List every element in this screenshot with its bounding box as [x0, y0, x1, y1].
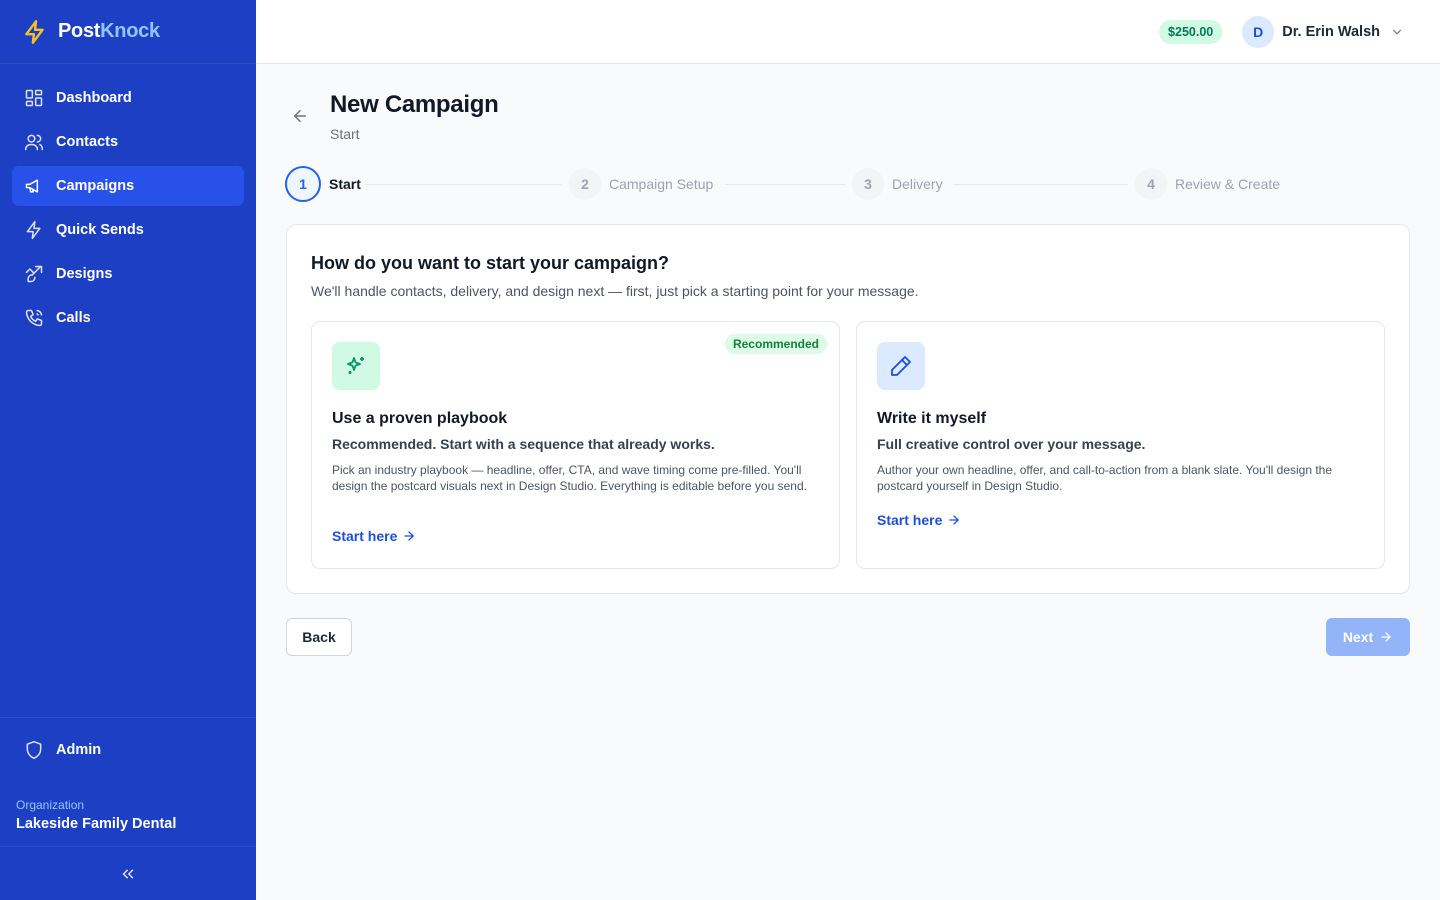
chevron-down-icon: [1392, 29, 1402, 34]
topbar: $250.00 D Dr. Erin Walsh: [256, 0, 1440, 64]
step-number: 4: [1135, 168, 1167, 200]
option-title: Use a proven playbook: [332, 410, 508, 427]
option-title: Write it myself: [877, 410, 987, 427]
next-button[interactable]: Next: [1326, 618, 1410, 656]
step-label: Review & Create: [1175, 176, 1281, 192]
stepper: 1 Start 2 Campaign Setup 3 Delivery 4 Re…: [285, 166, 1285, 202]
users-icon: [24, 134, 44, 151]
page-header: New Campaign Start: [286, 90, 499, 142]
sidebar-item-label: Designs: [56, 266, 113, 282]
sidebar-nav: Dashboard Contacts Campaigns Quick Sends…: [0, 64, 256, 338]
sidebar-item-quick-sends[interactable]: Quick Sends: [12, 210, 244, 250]
sidebar-item-label: Contacts: [56, 134, 119, 150]
sidebar-item-label: Campaigns: [56, 178, 135, 194]
brand-name: PostKnock: [58, 20, 160, 42]
option-icon-wrap: [877, 342, 925, 390]
user-menu[interactable]: D Dr. Erin Walsh: [1242, 15, 1404, 48]
brand-logo[interactable]: PostKnock: [0, 0, 256, 64]
option-subtitle: Recommended. Start with a sequence that …: [332, 436, 715, 452]
step-label: Campaign Setup: [609, 176, 714, 192]
sidebar-item-contacts[interactable]: Contacts: [12, 122, 244, 162]
organization-info: Organization Lakeside Family Dental: [0, 784, 256, 846]
option-icon-wrap: [332, 342, 380, 390]
shield-icon: [26, 740, 42, 760]
step-label: Start: [329, 176, 361, 192]
collapse-sidebar-button[interactable]: [0, 846, 256, 900]
back-button[interactable]: Back: [286, 618, 352, 656]
sidebar-item-label: Quick Sends: [56, 222, 144, 238]
sidebar-item-label: Dashboard: [56, 90, 132, 106]
option-playbook[interactable]: Recommended Use a proven playbook Recomm…: [311, 321, 840, 569]
link-label: Start here: [877, 512, 943, 528]
step-number: 3: [852, 168, 884, 200]
brush-icon: [25, 265, 43, 283]
pencil-icon: [891, 356, 911, 376]
arrow-right-icon: [1381, 632, 1391, 642]
avatar: D: [1242, 15, 1275, 48]
step-connector: [365, 184, 561, 185]
step-connector: [953, 184, 1128, 185]
option-body: Author your own headline, offer, and cal…: [877, 463, 1333, 493]
chevrons-left-icon: [122, 869, 134, 878]
recommended-badge: Recommended: [724, 334, 827, 354]
megaphone-icon: [25, 179, 39, 193]
step-number: 1: [285, 166, 321, 202]
arrow-left-icon: [294, 110, 306, 122]
main-content: New Campaign Start 1 Start 2 Campaign Se…: [256, 64, 1440, 900]
option-write-myself[interactable]: Write it myself Full creative control ov…: [856, 321, 1385, 569]
next-label: Next: [1342, 629, 1374, 645]
back-arrow-button[interactable]: [286, 102, 314, 130]
sidebar-item-calls[interactable]: Calls: [12, 298, 244, 338]
step-label: Delivery: [892, 176, 943, 192]
dashboard-icon: [25, 89, 43, 107]
start-here-link[interactable]: Start here: [332, 528, 416, 544]
option-body: Pick an industry playbook — headline, of…: [332, 463, 807, 493]
lightning-icon: [26, 220, 41, 240]
step-connector: [725, 184, 845, 185]
user-name: Dr. Erin Walsh: [1282, 23, 1380, 40]
organization-label: Organization: [16, 798, 85, 812]
card-description: We'll handle contacts, delivery, and des…: [311, 283, 919, 299]
arrow-right-icon: [404, 531, 415, 541]
arrow-right-icon: [949, 515, 960, 525]
lightning-bolt-icon: [25, 19, 44, 44]
link-label: Start here: [332, 528, 398, 544]
sidebar-footer: Admin Organization Lakeside Family Denta…: [0, 717, 256, 900]
step-review-create[interactable]: 4 Review & Create: [1135, 166, 1280, 202]
sidebar: PostKnock Dashboard Contacts Campaigns Q…: [0, 0, 256, 900]
sidebar-item-designs[interactable]: Designs: [12, 254, 244, 294]
option-subtitle: Full creative control over your message.: [877, 436, 1146, 452]
phone-icon: [25, 309, 43, 327]
step-campaign-setup[interactable]: 2 Campaign Setup: [569, 166, 713, 202]
page-title: New Campaign: [330, 91, 499, 118]
step-number: 2: [569, 168, 601, 200]
sidebar-item-campaigns[interactable]: Campaigns: [12, 166, 244, 206]
page-subtitle: Start: [330, 126, 360, 142]
sidebar-item-label: Calls: [56, 310, 91, 326]
sidebar-item-dashboard[interactable]: Dashboard: [12, 78, 244, 118]
start-here-link[interactable]: Start here: [877, 512, 961, 528]
step-delivery[interactable]: 3 Delivery: [852, 166, 943, 202]
balance-badge[interactable]: $250.00: [1159, 19, 1223, 44]
step-start[interactable]: 1 Start: [285, 166, 361, 202]
sidebar-item-admin[interactable]: Admin: [12, 730, 244, 770]
sidebar-item-label: Admin: [56, 742, 102, 758]
start-options-card: How do you want to start your campaign? …: [286, 224, 1410, 594]
card-title: How do you want to start your campaign?: [311, 253, 670, 273]
organization-name: Lakeside Family Dental: [16, 816, 177, 832]
sparkles-icon: [347, 357, 364, 374]
